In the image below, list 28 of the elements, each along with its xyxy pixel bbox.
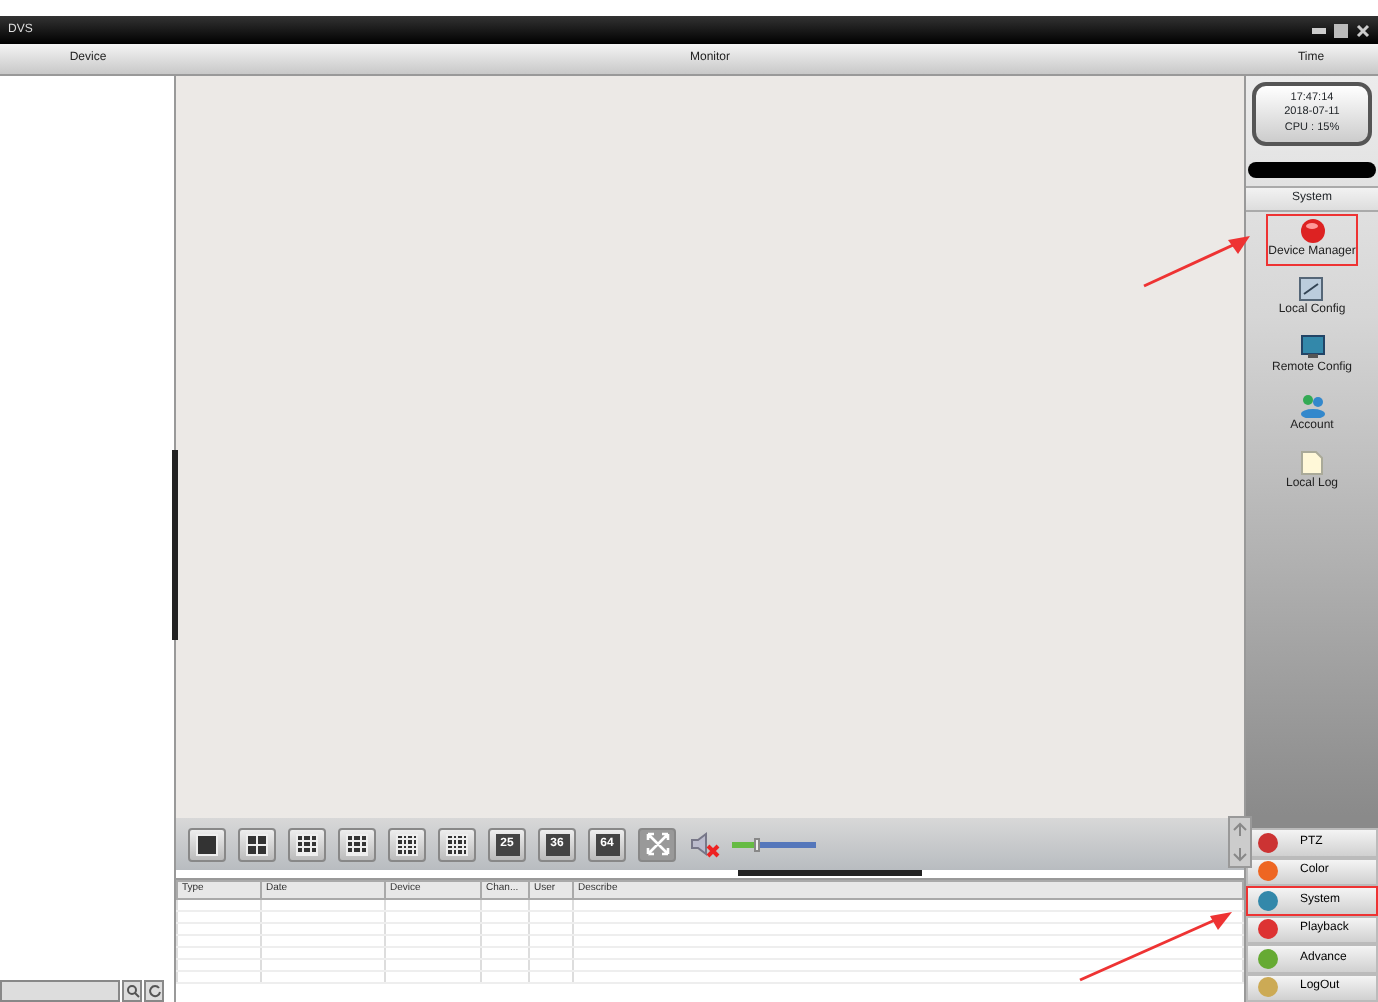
close-icon[interactable] xyxy=(1356,23,1370,37)
push-button-icon xyxy=(1299,218,1325,244)
layout-button[interactable] xyxy=(288,827,326,861)
layout-button[interactable] xyxy=(388,827,426,861)
nav-icon xyxy=(1256,889,1280,912)
minimize-icon[interactable] xyxy=(1312,27,1326,33)
volume-slider[interactable] xyxy=(732,841,816,847)
nav-icon xyxy=(1256,947,1280,970)
nav-icon xyxy=(1256,976,1280,999)
search-button[interactable] xyxy=(122,980,142,1002)
nav-icon xyxy=(1256,918,1280,941)
search-field[interactable] xyxy=(0,980,120,1002)
monitor-icon xyxy=(1299,334,1325,360)
document-icon xyxy=(1298,276,1325,302)
layout-button[interactable] xyxy=(438,827,476,861)
muted-speaker-icon[interactable] xyxy=(688,830,720,858)
nav-icon xyxy=(1256,860,1280,883)
layout-button[interactable] xyxy=(338,827,376,861)
refresh-button[interactable] xyxy=(144,980,164,1002)
layout-button[interactable] xyxy=(188,827,226,861)
maximize-icon[interactable] xyxy=(1334,23,1348,37)
fullscreen-button[interactable] xyxy=(638,827,676,861)
layout-button[interactable] xyxy=(238,827,276,861)
file-icon xyxy=(1300,450,1324,476)
nav-icon xyxy=(1256,831,1280,854)
status-bar xyxy=(1248,162,1376,178)
annotation-arrow xyxy=(1143,236,1250,288)
users-icon xyxy=(1299,392,1325,418)
